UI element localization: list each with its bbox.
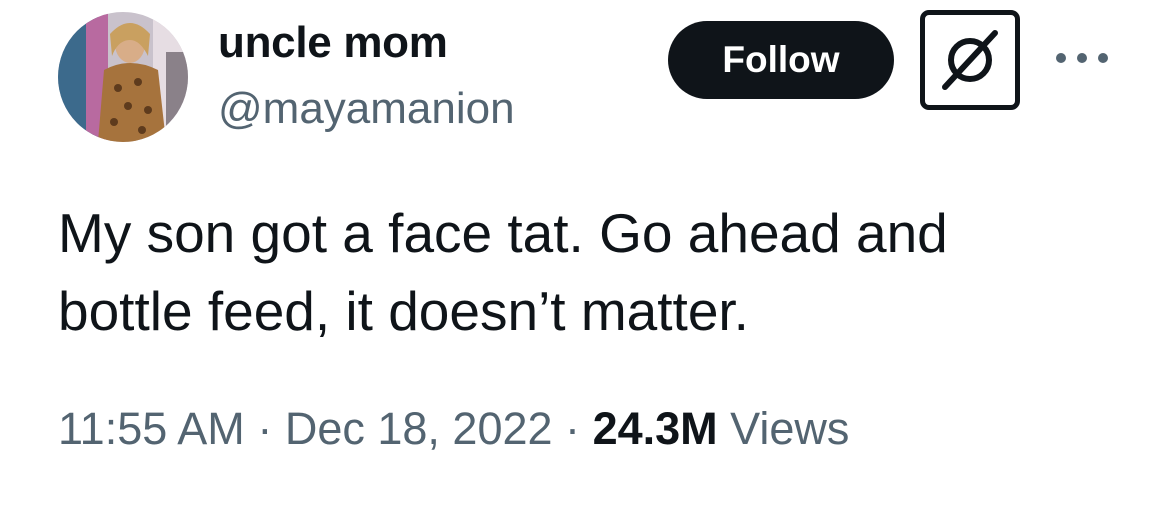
meta-separator: · <box>565 403 581 454</box>
more-dots-icon <box>1056 53 1066 63</box>
views-count[interactable]: 24.3M <box>593 403 718 454</box>
grok-button[interactable] <box>920 10 1020 110</box>
tweet-date[interactable]: Dec 18, 2022 <box>285 403 553 454</box>
views-label: Views <box>730 403 850 454</box>
follow-button[interactable]: Follow <box>668 21 894 99</box>
grok-icon <box>942 30 998 90</box>
tweet-text-line-2: bottle feed, it doesn’t matter. <box>58 280 749 342</box>
more-dots-icon <box>1098 53 1108 63</box>
profile-photo <box>58 12 188 142</box>
tweet-text: My son got a face tat. Go ahead and bottl… <box>58 194 1138 350</box>
more-options-button[interactable] <box>1056 47 1108 69</box>
display-name[interactable]: uncle mom <box>218 18 448 68</box>
avatar[interactable] <box>58 12 188 142</box>
user-handle[interactable]: @mayamanion <box>218 84 515 134</box>
tweet-meta: 11:55 AM · Dec 18, 2022 · 24.3M Views <box>58 403 849 455</box>
meta-separator: · <box>257 403 273 454</box>
more-dots-icon <box>1077 53 1087 63</box>
tweet-time[interactable]: 11:55 AM <box>58 403 245 454</box>
tweet-text-line-1: My son got a face tat. Go ahead and <box>58 202 948 264</box>
